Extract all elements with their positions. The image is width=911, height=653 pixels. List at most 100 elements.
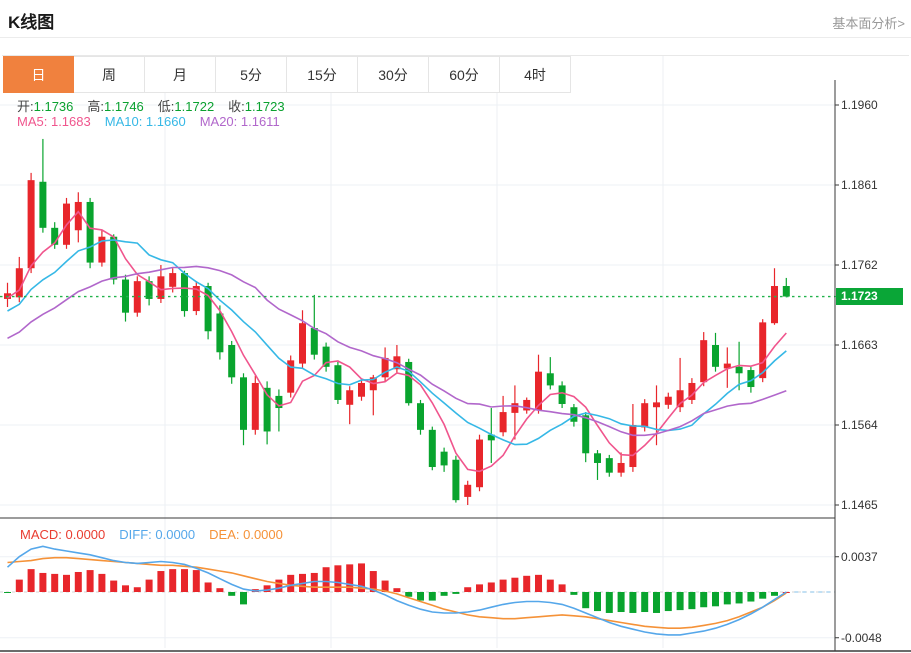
legend-item: DIFF: 0.0000 <box>119 527 196 542</box>
macd-bar <box>594 592 601 612</box>
y-axis-label: 1.1663 <box>841 338 878 352</box>
macd-bar <box>723 592 731 605</box>
legend-item: 低:1.1722 <box>157 99 215 114</box>
tab-5分[interactable]: 5分 <box>216 56 287 93</box>
candle-body <box>641 403 649 428</box>
macd-bar <box>535 574 542 592</box>
y-axis-label: 1.1960 <box>841 98 878 112</box>
candle-body <box>499 412 507 433</box>
candle-body <box>169 273 177 287</box>
candle-body <box>558 385 566 404</box>
macd-bar <box>664 592 672 612</box>
macd-bar <box>216 588 224 592</box>
candle-body <box>546 373 554 386</box>
ma-legend: MA5: 1.1683 MA10: 1.1660 MA20: 1.1611 <box>17 114 294 129</box>
candle-body <box>712 345 719 367</box>
macd-bar <box>629 592 637 613</box>
macd-bar <box>523 575 531 592</box>
legend-item: MA10: 1.1660 <box>104 114 186 129</box>
macd-legend: MACD: 0.0000 DIFF: 0.0000 DEA: 0.0000 <box>20 527 297 542</box>
macd-bar <box>15 579 23 592</box>
tab-周[interactable]: 周 <box>74 56 145 93</box>
macd-bar <box>476 584 483 592</box>
candle-body <box>228 345 236 378</box>
fundamental-analysis-link[interactable]: 基本面分析> <box>832 13 905 32</box>
candle-body <box>653 402 660 408</box>
candle-body <box>582 415 590 454</box>
candle-body <box>15 268 23 298</box>
macd-bar <box>275 579 283 592</box>
macd-bar <box>558 584 566 592</box>
header-divider <box>0 37 911 38</box>
y-axis-label: 0.0037 <box>841 549 878 564</box>
macd-bar <box>4 592 11 593</box>
macd-bar <box>487 582 495 592</box>
candle-body <box>110 236 118 280</box>
candle-body <box>322 346 330 367</box>
macd-bar <box>322 567 330 592</box>
y-axis-label: 1.1465 <box>841 498 878 512</box>
legend-item: 开:1.1736 <box>17 99 74 114</box>
macd-bar <box>546 579 554 592</box>
tab-15分[interactable]: 15分 <box>287 56 358 93</box>
tab-60分[interactable]: 60分 <box>429 56 500 93</box>
legend-item: 收:1.1723 <box>228 99 285 114</box>
y-axis-label: 1.1762 <box>841 258 878 272</box>
ma5-line <box>7 210 787 473</box>
candle-body <box>251 382 259 430</box>
candle-body <box>511 403 519 413</box>
candle-body <box>181 273 188 312</box>
candle-body <box>216 313 224 353</box>
macd-bar <box>747 592 755 602</box>
legend-item: MACD: 0.0000 <box>20 527 106 542</box>
tab-日[interactable]: 日 <box>3 56 74 93</box>
macd-bar <box>98 573 106 592</box>
y-axis-label: 1.1861 <box>841 178 878 192</box>
page-title: K线图 <box>8 13 55 32</box>
tab-30分[interactable]: 30分 <box>358 56 429 93</box>
y-axis-label: -0.0048 <box>841 630 882 645</box>
candle-body <box>240 377 247 430</box>
tab-月[interactable]: 月 <box>145 56 216 93</box>
candle-body <box>735 366 743 374</box>
macd-bar <box>712 592 719 607</box>
macd-bar <box>676 592 684 611</box>
macd-bar <box>617 592 625 613</box>
candle-body <box>27 180 35 269</box>
macd-bar <box>74 571 82 592</box>
legend-item: MA20: 1.1611 <box>199 114 280 129</box>
macd-bar <box>641 592 649 613</box>
candle-body <box>771 286 778 324</box>
macd-bar <box>63 574 70 592</box>
macd-bar <box>605 592 613 613</box>
macd-bar <box>452 592 460 594</box>
macd-bar <box>735 592 743 604</box>
macd-bar <box>39 572 47 592</box>
candle-body <box>417 403 424 430</box>
ma10-line <box>7 239 787 446</box>
macd-bar <box>169 569 177 592</box>
macd-bar <box>464 587 472 592</box>
macd-bar <box>86 570 94 592</box>
period-tab-bar: 日周月 5分 15分 30分 60分 4时 <box>3 56 571 93</box>
candle-body <box>204 286 212 332</box>
macd-bar <box>582 592 590 609</box>
candle-body <box>629 425 637 468</box>
macd-bar <box>499 579 507 592</box>
ohlc-legend: 开:1.1736 高:1.1746 低:1.1722 收:1.1723 <box>17 96 299 115</box>
candle-body <box>664 396 672 405</box>
candle-body <box>476 439 483 488</box>
macd-bar <box>759 592 767 599</box>
legend-item: DEA: 0.0000 <box>209 527 283 542</box>
macd-bar <box>511 577 519 592</box>
macd-bar <box>428 592 436 601</box>
candle-body <box>594 453 601 463</box>
tab-4时[interactable]: 4时 <box>500 56 571 93</box>
candle-body <box>428 429 436 468</box>
macd-bar <box>287 574 295 592</box>
macd-bar <box>133 587 141 592</box>
macd-bar <box>653 592 660 613</box>
macd-bar <box>393 588 401 592</box>
macd-bar <box>228 592 236 596</box>
macd-bar <box>122 585 129 592</box>
